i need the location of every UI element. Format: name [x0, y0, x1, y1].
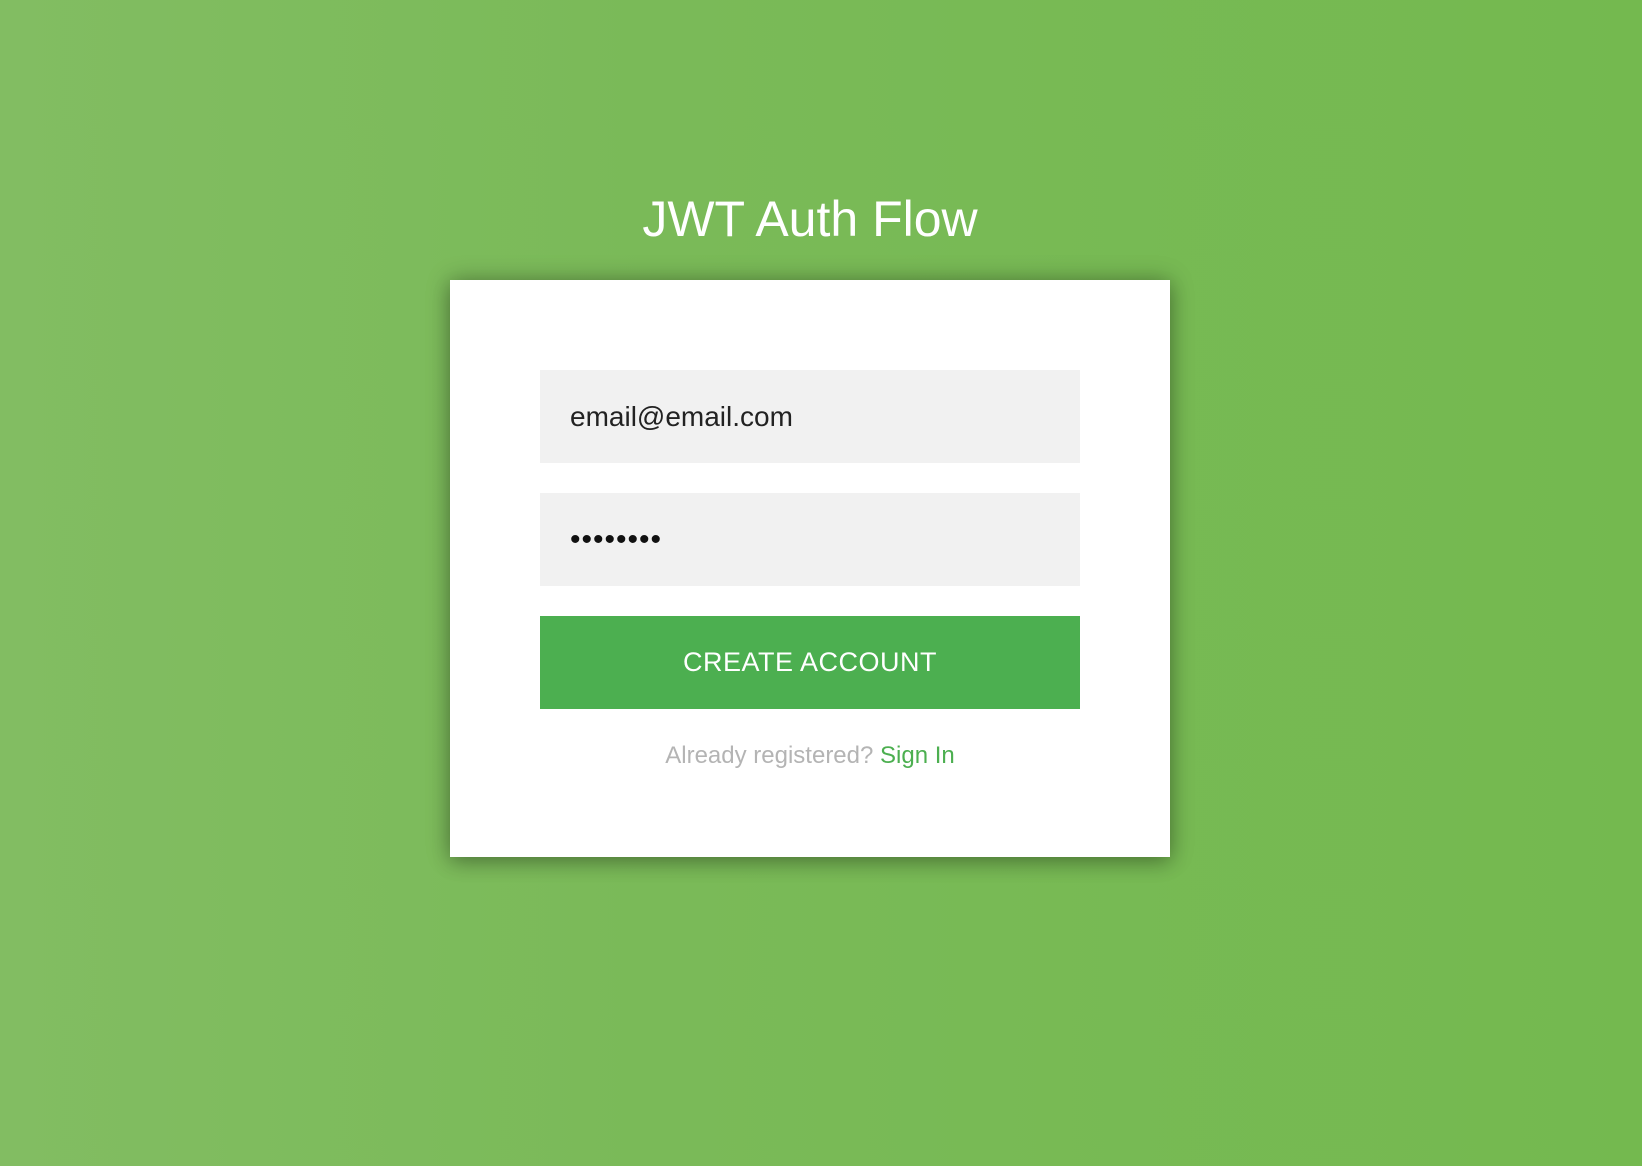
signin-prompt: Already registered? Sign In — [450, 738, 1170, 774]
create-account-button[interactable]: CREATE ACCOUNT — [540, 616, 1080, 709]
page-title: JWT Auth Flow — [642, 191, 978, 247]
signup-card: email@email.com •••••••• CREATE ACCOUNT … — [450, 280, 1170, 857]
already-registered-text: Already registered? — [665, 742, 874, 769]
password-field[interactable]: •••••••• — [540, 493, 1080, 586]
email-field[interactable]: email@email.com — [540, 370, 1080, 463]
sign-in-link[interactable]: Sign In — [880, 742, 955, 769]
